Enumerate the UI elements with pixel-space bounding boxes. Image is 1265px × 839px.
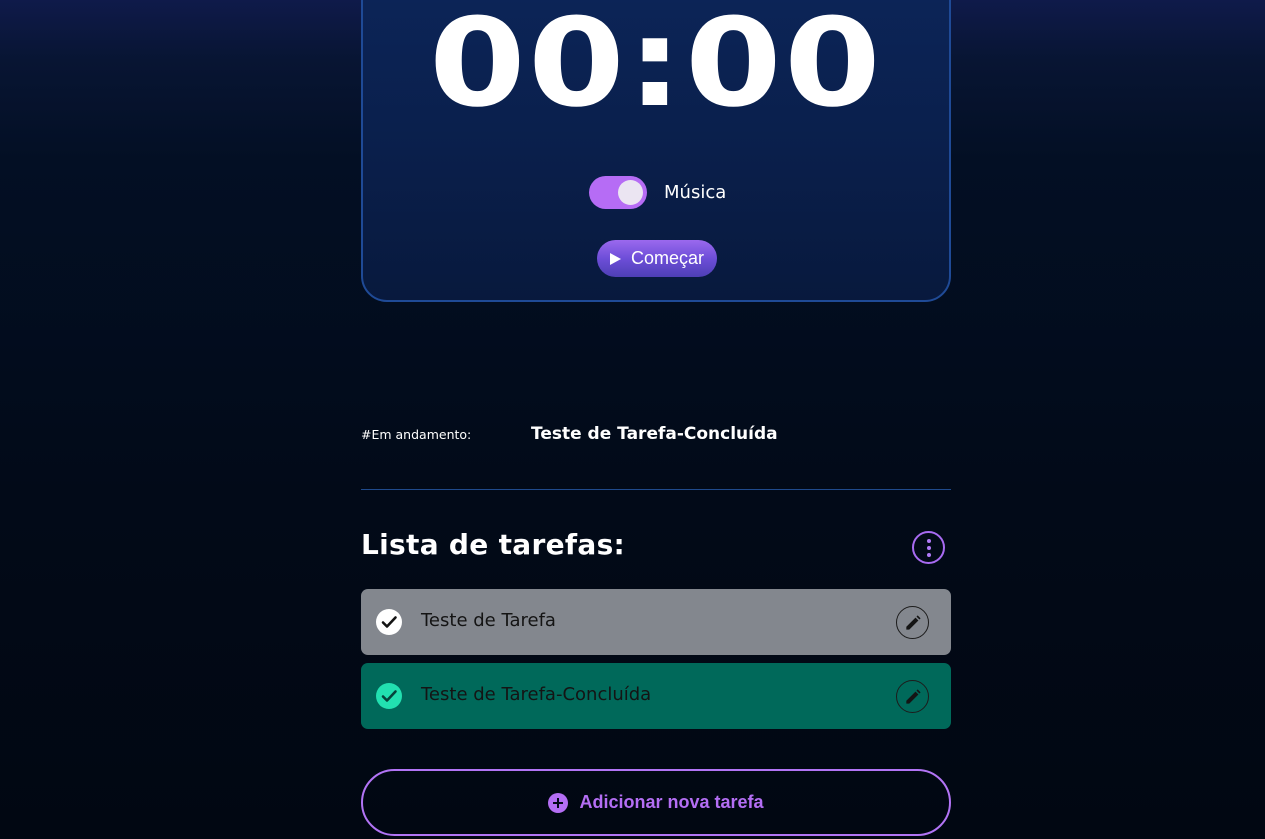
task-item[interactable]: Teste de Tarefa (361, 589, 951, 655)
in-progress-label: #Em andamento: (361, 427, 472, 442)
pencil-icon (905, 688, 921, 704)
start-button-label: Começar (630, 248, 705, 268)
edit-task-button[interactable] (896, 680, 929, 713)
timer-display: 00:00 (428, 0, 884, 134)
check-icon[interactable] (376, 609, 402, 635)
more-vertical-icon (926, 538, 931, 543)
more-vertical-icon-dot (926, 545, 931, 550)
more-vertical-icon-dot (926, 552, 931, 557)
add-task-button[interactable]: Adicionar nova tarefa (361, 769, 951, 836)
in-progress-task: Teste de Tarefa-Concluída (531, 424, 778, 444)
task-list-title: Lista de tarefas: (361, 528, 626, 561)
plus-circle-icon (548, 792, 569, 813)
music-label: Música (664, 182, 727, 203)
start-button[interactable]: Começar (597, 240, 717, 277)
music-toggle-row: Música (589, 176, 726, 209)
music-toggle[interactable] (589, 176, 647, 209)
task-item[interactable]: Teste de Tarefa-Concluída (361, 663, 951, 729)
add-task-label: Adicionar nova tarefa (579, 792, 764, 812)
toggle-knob (618, 180, 643, 205)
timer-card: 00:00 Música Começar (361, 0, 951, 302)
divider (361, 489, 951, 490)
pencil-icon (905, 614, 921, 630)
play-icon (609, 252, 621, 265)
check-icon[interactable] (376, 683, 402, 709)
task-label: Teste de Tarefa (421, 610, 556, 631)
edit-task-button[interactable] (896, 606, 929, 639)
task-label: Teste de Tarefa-Concluída (421, 684, 652, 705)
task-menu-button[interactable] (912, 531, 945, 564)
